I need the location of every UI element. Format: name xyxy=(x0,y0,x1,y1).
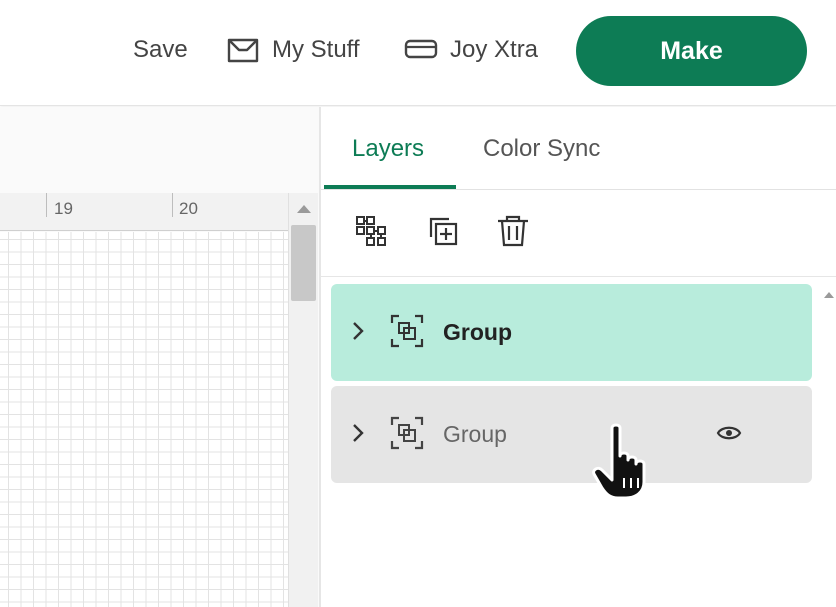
ruler-label-19: 19 xyxy=(54,199,73,218)
horizontal-ruler: 19 20 xyxy=(0,193,288,231)
panel-tabs: Layers Color Sync xyxy=(321,107,836,190)
tab-color-sync[interactable]: Color Sync xyxy=(483,135,600,163)
eye-icon[interactable] xyxy=(716,422,742,449)
delete-button[interactable] xyxy=(493,213,533,253)
chevron-right-icon[interactable] xyxy=(351,422,365,449)
layer-row-group-selected[interactable]: Group xyxy=(331,284,812,381)
layer-label: Group xyxy=(443,319,512,345)
hand-pointer-icon xyxy=(590,422,652,507)
machine-button[interactable]: Joy Xtra xyxy=(404,36,538,64)
design-canvas[interactable]: 19 20 xyxy=(0,107,320,607)
chevron-right-icon[interactable] xyxy=(351,320,365,347)
trash-icon xyxy=(495,213,531,254)
layers-toolbar xyxy=(321,191,836,277)
tab-layers[interactable]: Layers xyxy=(352,135,424,163)
layers-list: Group Group xyxy=(321,278,836,607)
my-stuff-label: My Stuff xyxy=(272,36,360,63)
make-button[interactable]: Make xyxy=(576,16,807,86)
ruler-label-20: 20 xyxy=(179,199,198,218)
panel-scrollbar[interactable] xyxy=(819,282,836,607)
group-layer-icon xyxy=(390,314,424,353)
save-label: Save xyxy=(133,36,188,63)
active-tab-indicator xyxy=(324,185,456,189)
ruler-tick xyxy=(172,193,173,217)
layer-row-group[interactable]: Group xyxy=(331,386,812,483)
machine-icon xyxy=(404,37,438,63)
my-stuff-button[interactable]: My Stuff xyxy=(226,36,360,64)
inbox-icon xyxy=(226,36,260,64)
save-button[interactable]: Save xyxy=(133,36,188,64)
machine-label: Joy Xtra xyxy=(450,36,539,63)
ruler-tick xyxy=(46,193,47,217)
group-icon xyxy=(353,213,389,254)
duplicate-button[interactable] xyxy=(423,213,463,253)
layers-panel: Layers Color Sync Group Group xyxy=(321,107,836,607)
scrollbar-thumb[interactable] xyxy=(291,225,316,301)
scroll-up-arrow-icon[interactable] xyxy=(824,292,834,298)
canvas-scrollbar[interactable] xyxy=(288,193,318,607)
scroll-up-arrow-icon[interactable] xyxy=(297,205,311,213)
group-button[interactable] xyxy=(351,213,391,253)
group-layer-icon xyxy=(390,416,424,455)
canvas-grid[interactable] xyxy=(0,232,288,607)
top-header: Save My Stuff Joy Xtra Make xyxy=(0,0,836,106)
layer-label: Group xyxy=(443,421,507,447)
duplicate-icon xyxy=(425,213,461,254)
